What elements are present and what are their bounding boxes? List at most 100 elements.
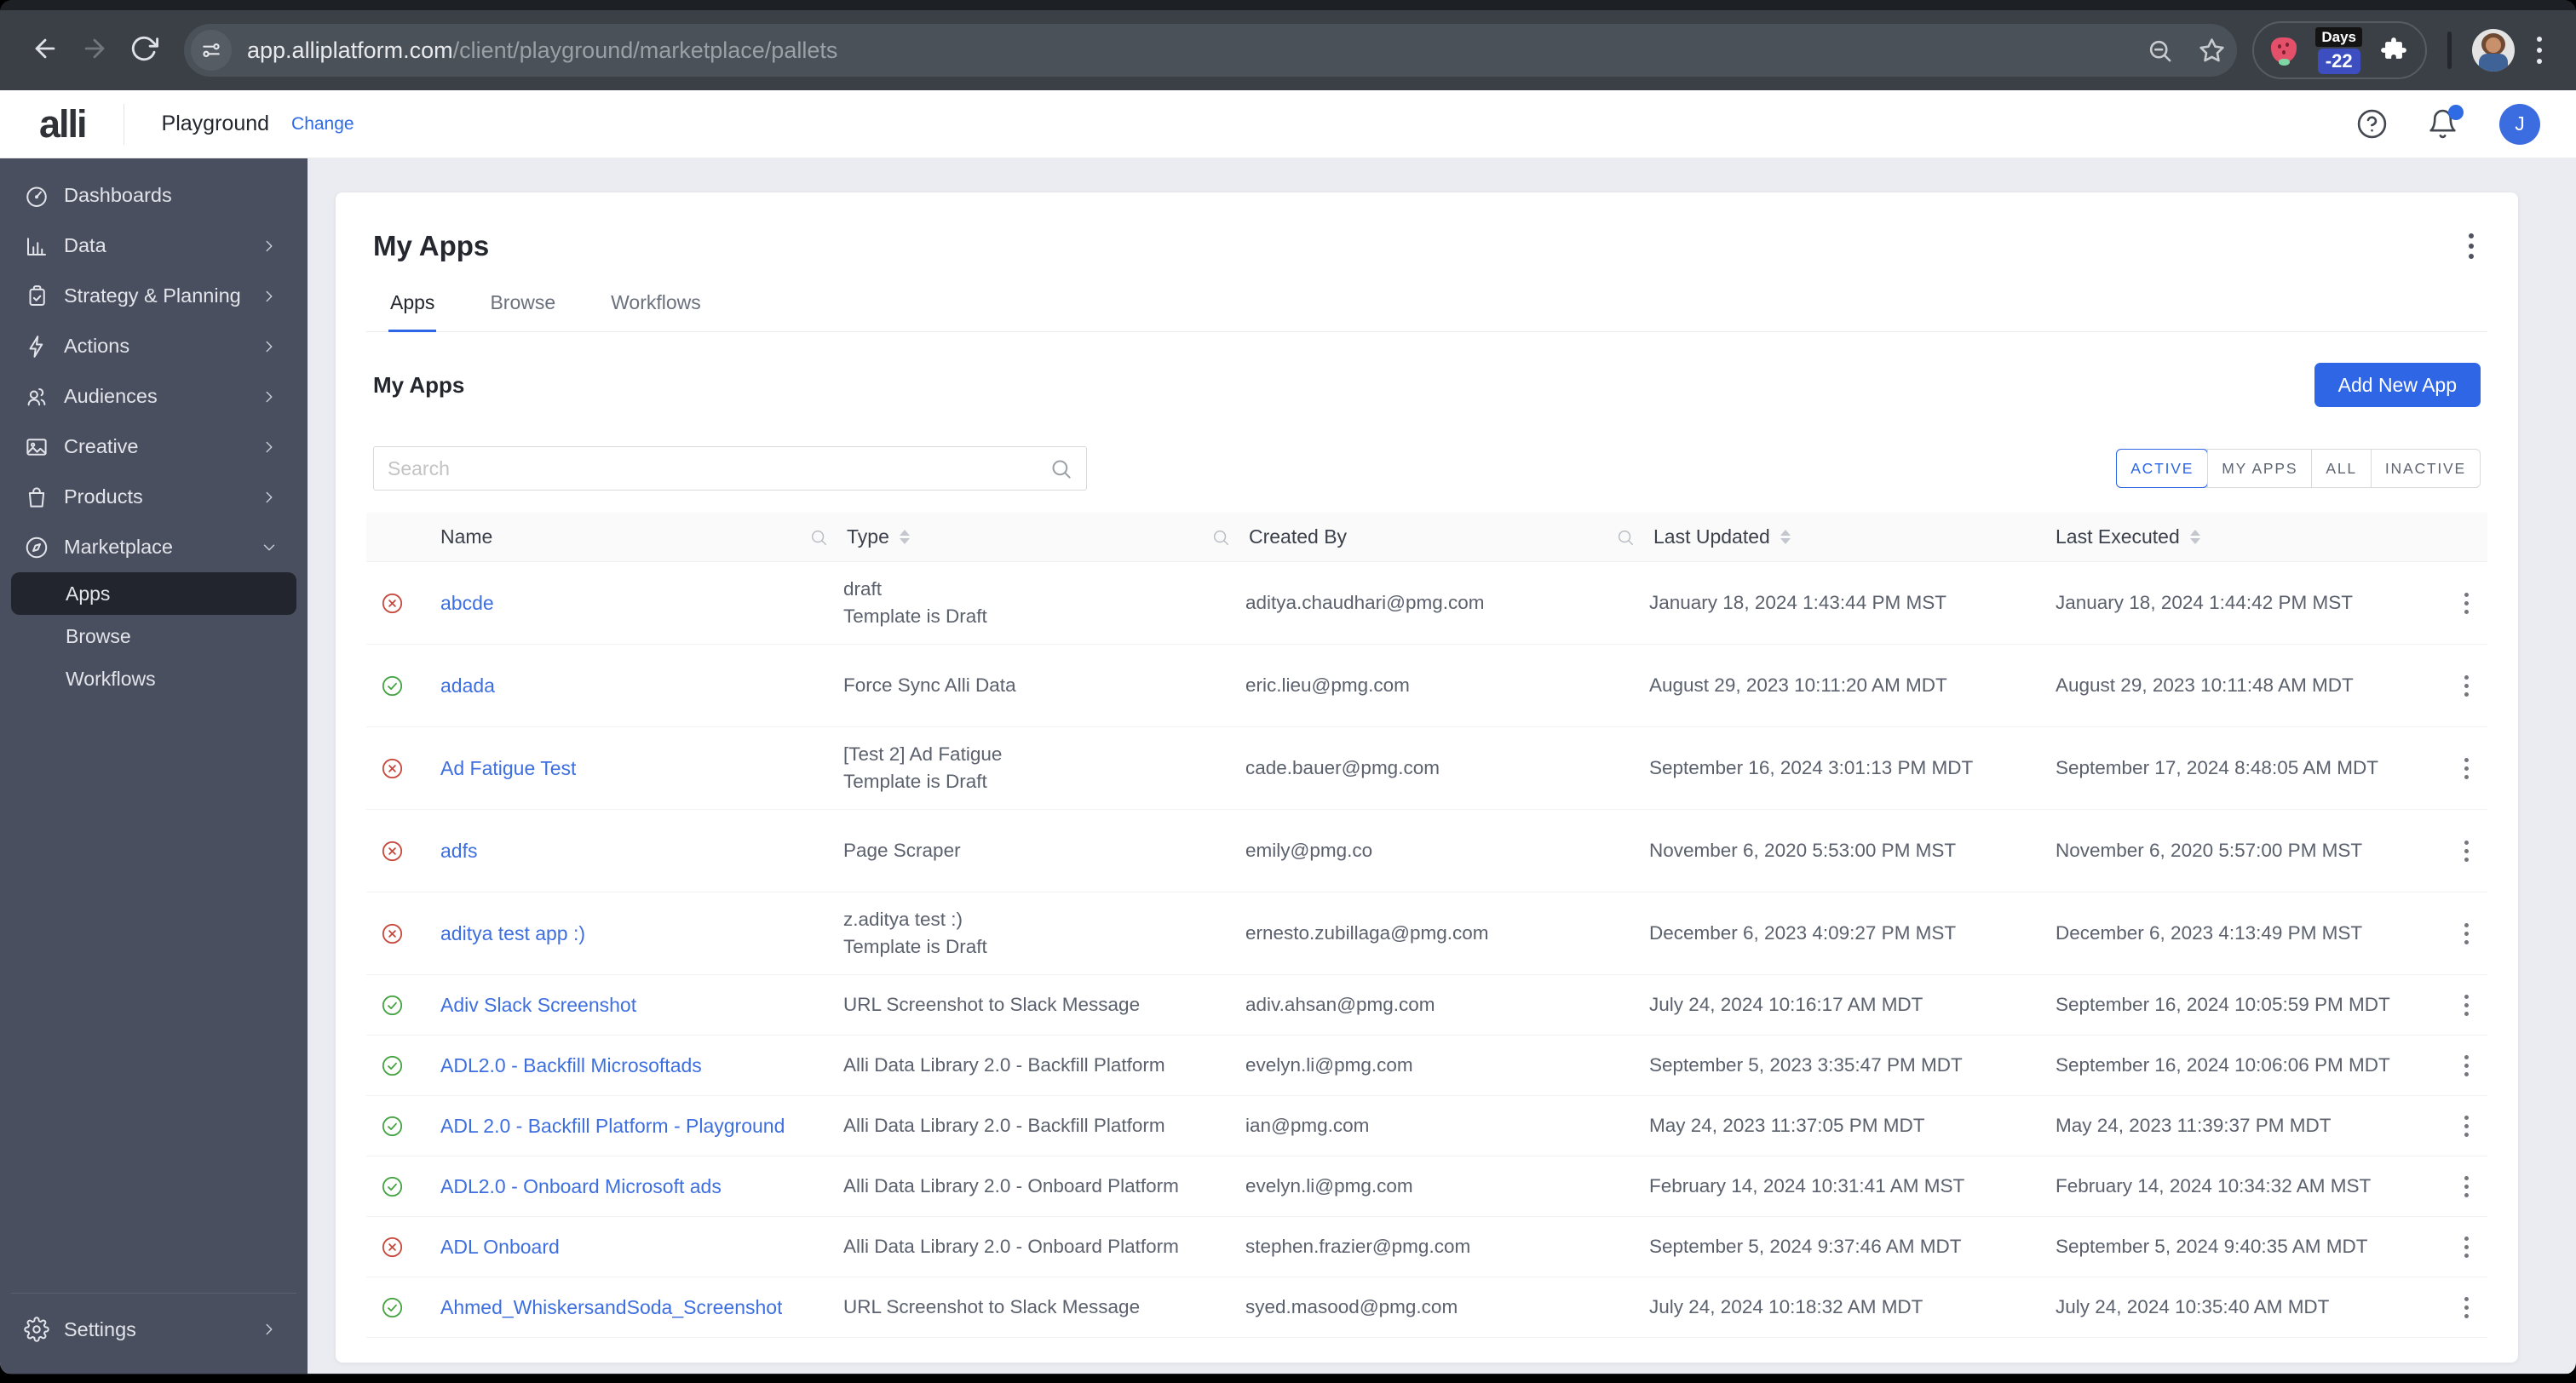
sidebar-subitem-apps[interactable]: Apps [11,572,296,615]
sort-arrows-icon[interactable] [899,530,910,544]
sidebar-item-creative[interactable]: Creative [0,422,308,472]
app-name-link[interactable]: ADL 2.0 - Backfill Platform - Playground [440,1115,785,1138]
filter-inactive[interactable]: INACTIVE [2370,450,2480,487]
row-actions-kebab-icon[interactable] [2459,670,2474,702]
app-name-link[interactable]: ADL Onboard [440,1236,560,1259]
user-avatar[interactable]: J [2499,103,2540,145]
column-header-type[interactable]: Type [805,525,1210,548]
app-name-link[interactable]: Adiv Slack Screenshot [440,994,636,1017]
sidebar-item-label: Audiences [64,385,158,407]
table-row: ADL Onboard Alli Data Library 2.0 - Onboa… [366,1217,2487,1277]
row-actions-kebab-icon[interactable] [2459,1292,2474,1323]
app-type: z.aditya test :) Template is Draft [843,909,987,957]
bookmark-star-icon[interactable] [2199,37,2225,64]
sidebar-divider [11,1293,296,1294]
back-button[interactable] [20,26,70,75]
created-by: evelyn.li@pmg.com [1245,1054,1413,1076]
app-name-link[interactable]: adada [440,674,495,697]
app-type: URL Screenshot to Slack Message [843,994,1141,1015]
row-actions-kebab-icon[interactable] [2459,1231,2474,1263]
sort-arrows-icon[interactable] [2189,530,2200,544]
strawberry-extension-icon[interactable] [2271,36,2298,66]
forward-button[interactable] [70,26,119,75]
help-icon[interactable] [2356,108,2388,140]
site-settings-icon[interactable] [191,30,232,71]
column-search-icon[interactable] [1211,528,1230,547]
browser-menu-icon[interactable] [2537,37,2542,64]
app-type: [Test 2] Ad Fatigue Template is Draft [843,743,1003,792]
sort-arrows-icon[interactable] [1780,530,1791,544]
column-header-created-by[interactable]: Created By [1210,525,1610,548]
sidebar-item-strategy-planning[interactable]: Strategy & Planning [0,271,308,321]
app-name-link[interactable]: abcde [440,592,494,615]
days-counter-extension[interactable]: Days -22 [2315,26,2362,74]
browser-window: app.alliplatform.com/client/playground/m… [0,0,2576,1374]
app-name-link[interactable]: Ahmed_WhiskersandSoda_Screenshot [440,1296,782,1319]
zoom-out-icon[interactable] [2147,37,2173,64]
column-search-icon[interactable] [1616,528,1635,547]
tab-apps[interactable]: Apps [388,286,437,332]
row-actions-kebab-icon[interactable] [2459,918,2474,950]
app-type: draft Template is Draft [843,578,987,627]
reload-button[interactable] [119,26,169,75]
sidebar-subitem-browse[interactable]: Browse [11,615,296,657]
notifications-bell-icon[interactable] [2427,105,2464,140]
last-executed: September 5, 2024 9:40:35 AM MDT [2056,1236,2368,1257]
app-type: Alli Data Library 2.0 - Backfill Platfor… [843,1054,1165,1076]
page-options-kebab-icon[interactable] [2464,228,2479,264]
sidebar-subitem-workflows[interactable]: Workflows [11,657,296,700]
app-name-link[interactable]: aditya test app :) [440,922,585,945]
sidebar-item-settings[interactable]: Settings [0,1302,308,1357]
status-error-icon [381,592,404,615]
search-icon[interactable] [1049,457,1072,480]
row-actions-kebab-icon[interactable] [2459,753,2474,784]
column-search-icon[interactable] [809,528,828,547]
last-updated: September 16, 2024 3:01:13 PM MDT [1649,757,1974,778]
column-header-last-updated[interactable]: Last Updated [1610,525,2049,548]
app-name-link[interactable]: ADL2.0 - Onboard Microsoft ads [440,1175,722,1198]
row-actions-kebab-icon[interactable] [2459,1050,2474,1082]
tab-browse[interactable]: Browse [488,286,557,331]
sidebar-item-audiences[interactable]: Audiences [0,371,308,422]
filter-my-apps[interactable]: MY APPS [2207,450,2311,487]
sidebar-item-actions[interactable]: Actions [0,321,308,371]
chevron-right-icon [260,438,279,456]
extensions-puzzle-icon[interactable] [2379,36,2408,65]
apps-table: Name Type Created By Last Updated Last Execu… [366,513,2487,1338]
url-path: /client/playground/marketplace/pallets [452,37,838,63]
app-type: Alli Data Library 2.0 - Backfill Platfor… [843,1115,1165,1136]
chevron-right-icon [260,1320,279,1339]
address-bar[interactable]: app.alliplatform.com/client/playground/m… [184,24,2238,77]
sidebar-item-label: Marketplace [64,536,173,558]
sidebar: Dashboards Data Strategy & Planning Actions… [0,158,308,1374]
sidebar-item-products[interactable]: Products [0,472,308,522]
sidebar-item-dashboards[interactable]: Dashboards [0,170,308,221]
change-client-link[interactable]: Change [291,114,354,135]
sidebar-item-data[interactable]: Data [0,221,308,271]
row-actions-kebab-icon[interactable] [2459,1171,2474,1202]
row-actions-kebab-icon[interactable] [2459,1110,2474,1142]
status-success-icon [381,674,404,697]
row-actions-kebab-icon[interactable] [2459,835,2474,867]
row-actions-kebab-icon[interactable] [2459,588,2474,619]
url-text[interactable]: app.alliplatform.com/client/playground/m… [247,37,837,64]
app-name-link[interactable]: ADL2.0 - Backfill Microsoftads [440,1054,702,1077]
status-error-icon [381,757,404,780]
reload-icon [129,34,158,67]
column-header-last-executed[interactable]: Last Executed [2049,525,2419,548]
search-box [373,446,1087,491]
sidebar-item-marketplace[interactable]: Marketplace [0,522,308,572]
add-new-app-button[interactable]: Add New App [2314,363,2481,407]
status-success-icon [381,1296,404,1319]
browser-profile-avatar[interactable] [2472,29,2515,72]
app-name-link[interactable]: adfs [440,840,477,863]
row-actions-kebab-icon[interactable] [2459,990,2474,1021]
alli-logo[interactable]: alli [39,102,88,146]
search-input[interactable] [388,456,1049,480]
last-updated: September 5, 2023 3:35:47 PM MDT [1649,1054,1963,1076]
filter-all[interactable]: ALL [2311,450,2371,487]
sidebar-item-label: Actions [64,335,130,357]
app-name-link[interactable]: Ad Fatigue Test [440,757,576,780]
filter-active[interactable]: ACTIVE [2116,449,2209,488]
tab-workflows[interactable]: Workflows [609,286,703,331]
